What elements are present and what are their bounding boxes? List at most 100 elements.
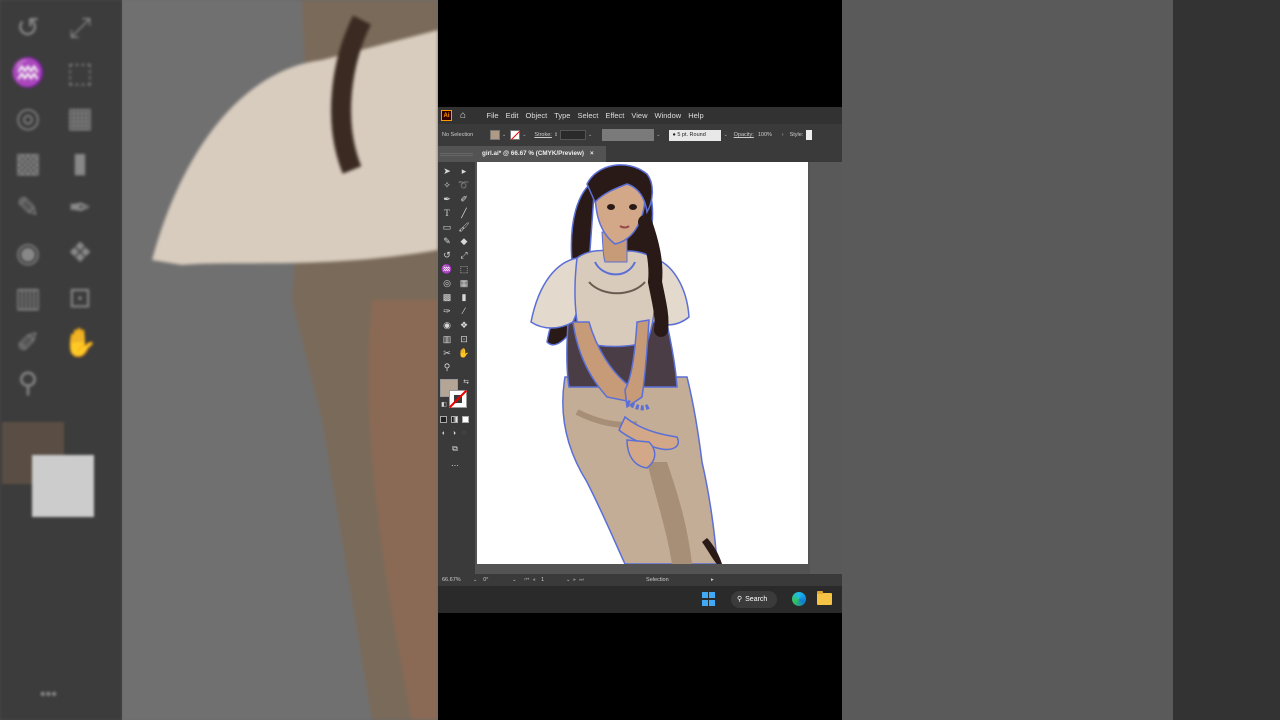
rectangle-tool-icon[interactable]: ▭ [441,221,453,233]
gradient-tool-icon[interactable]: ▮ [458,291,470,303]
taskbar-search-button[interactable]: ⚲ Search [731,591,777,608]
windows-start-icon[interactable] [702,592,716,606]
artboard-tool-icon[interactable]: ⊡ [458,333,470,345]
perspective-grid-icon: ▦ [66,102,94,133]
magic-wand-tool-icon[interactable]: ✧ [441,179,453,191]
swap-colors-icon[interactable]: ⇆ [460,377,472,389]
illustrator-logo: Ai [441,110,452,121]
scale-tool-icon[interactable]: ⤢ [458,249,470,261]
status-menu-icon[interactable]: ▸ [711,577,714,583]
rotation-value[interactable]: 0° [483,577,509,583]
chevron-right-icon[interactable]: › [782,132,784,138]
default-colors-icon[interactable]: ◧ [438,399,450,411]
measure-tool-icon[interactable]: ⁄ [458,305,470,317]
more-tools-icon: ••• [40,686,57,703]
selection-tool-icon[interactable]: ➤ [441,165,453,177]
curvature-tool-icon[interactable]: ✐ [458,193,470,205]
edge-browser-icon[interactable] [792,592,806,606]
mesh-tool-icon[interactable]: ▩ [441,291,453,303]
menu-bar: Ai ⌂ File Edit Object Type Select Effect… [438,107,842,124]
control-bar: No Selection ⌄ ⌄ Stroke: ⇕ ⌄ ⌄ ● 5 pt. R… [438,124,842,146]
chevron-down-icon[interactable]: ⌄ [723,132,727,138]
file-explorer-icon[interactable] [817,591,832,605]
hand-tool-icon[interactable]: ✋ [458,347,470,359]
brush-definition[interactable]: ● 5 pt. Round [669,129,722,141]
first-artboard-icon[interactable]: ⏮ [524,577,529,584]
menu-file[interactable]: File [483,111,502,120]
chevron-down-icon[interactable]: ⌄ [566,577,570,583]
direct-selection-tool-icon[interactable]: ▸ [458,165,470,177]
document-tab[interactable]: girl.ai* @ 66.67 % (CMYK/Preview) × [478,146,606,162]
stroke-color-swatch[interactable] [510,130,521,140]
pen-tool-icon[interactable]: ✒ [441,193,453,205]
blend-tool-icon[interactable]: ◉ [441,319,453,331]
previous-artboard-icon[interactable]: ◂ [532,577,535,583]
chevron-down-icon[interactable]: ⌄ [473,577,477,583]
menu-help[interactable]: Help [685,111,707,120]
menu-object[interactable]: Object [522,111,551,120]
zoom-level[interactable]: 66.67% [442,577,470,583]
gradient-mode-icon[interactable] [451,416,458,423]
column-graph-tool-icon[interactable]: ▥ [441,333,453,345]
close-icon[interactable]: × [590,150,594,157]
rotate-icon: ↺ [16,12,40,43]
lasso-tool-icon[interactable]: ➰ [458,179,470,191]
last-artboard-icon[interactable]: ⏭ [579,577,584,584]
perspective-grid-tool-icon[interactable]: ▦ [458,277,470,289]
shape-builder-tool-icon[interactable]: ◎ [441,277,453,289]
chevron-down-icon[interactable]: ⌄ [502,132,506,138]
menu-select[interactable]: Select [574,111,602,120]
menu-edit[interactable]: Edit [502,111,522,120]
slice-icon: ✐ [16,327,40,358]
panel-grip[interactable] [440,153,473,156]
menu-view[interactable]: View [628,111,651,120]
chevron-down-icon[interactable]: ⌄ [512,577,516,583]
symbol-sprayer-tool-icon[interactable]: ❖ [458,319,470,331]
eraser-tool-icon[interactable]: ◆ [458,235,470,247]
background-zoom-right [842,0,1280,720]
fill-color-swatch[interactable] [490,130,500,140]
graph-icon: ▥ [14,282,42,313]
chevron-down-icon[interactable]: ⌄ [656,132,660,138]
screen-mode-icon[interactable]: ⧉ [449,443,461,455]
opacity-label[interactable]: Opacity: [734,132,754,138]
variable-width-profile[interactable] [602,129,655,141]
style-swatch[interactable] [806,130,813,140]
zoom-tool-icon[interactable]: ⚲ [441,361,453,373]
slice-tool-icon[interactable]: ✂ [441,347,453,359]
artboard-number[interactable]: 1 [541,577,563,583]
stroke-weight-input[interactable] [560,130,587,140]
menu-type[interactable]: Type [551,111,574,120]
stepper-icon[interactable]: ⇕ [554,132,558,138]
color-mode-icon[interactable] [440,416,447,423]
pencil-tool-icon[interactable]: ✎ [441,235,453,247]
menu-window[interactable]: Window [651,111,685,120]
draw-inside-icon[interactable]: ○ [458,428,470,440]
edit-toolbar-icon[interactable]: ⋯ [449,460,461,472]
menu-effect[interactable]: Effect [602,111,628,120]
none-mode-icon[interactable] [462,416,469,423]
stroke-swatch[interactable] [449,390,467,408]
paintbrush-tool-icon[interactable]: 🖌 [458,221,470,233]
selection-status: No Selection [442,132,474,138]
warp-tool-icon[interactable]: ♒ [441,263,453,275]
chevron-down-icon[interactable]: ⌄ [588,132,592,138]
brush-definition-label: 5 pt. Round [677,131,706,138]
status-bar: 66.67% ⌄ 0° ⌄ ⏮ ◂ 1 ⌄ ▸ ⏭ Selection ▸ [438,574,842,586]
eyedropper-tool-icon[interactable]: ✑ [441,305,453,317]
home-icon[interactable]: ⌂ [460,110,472,122]
current-tool-label: Selection [646,577,669,583]
stroke-label[interactable]: Stroke: [534,132,551,138]
windows-taskbar: ⚲ Search [438,586,842,613]
free-transform-tool-icon[interactable]: ⬚ [458,263,470,275]
next-artboard-icon[interactable]: ▸ [573,577,576,583]
opacity-value[interactable]: 100% [758,132,772,138]
type-tool-icon[interactable]: T [441,207,453,219]
scale-icon: ⤢ [68,12,92,43]
chevron-down-icon[interactable]: ⌄ [522,132,526,138]
zoomed-canvas [122,0,438,720]
line-tool-icon[interactable]: ╱ [458,207,470,219]
tools-panel: ➤ ▸ ✧ ➰ ✒ ✐ T ╱ ▭ 🖌 ✎ ◆ ↺ ⤢ ♒ ⬚ ◎ ▦ ▩ ▮ … [438,153,475,574]
artboard[interactable] [477,162,808,565]
rotate-tool-icon[interactable]: ↺ [441,249,453,261]
